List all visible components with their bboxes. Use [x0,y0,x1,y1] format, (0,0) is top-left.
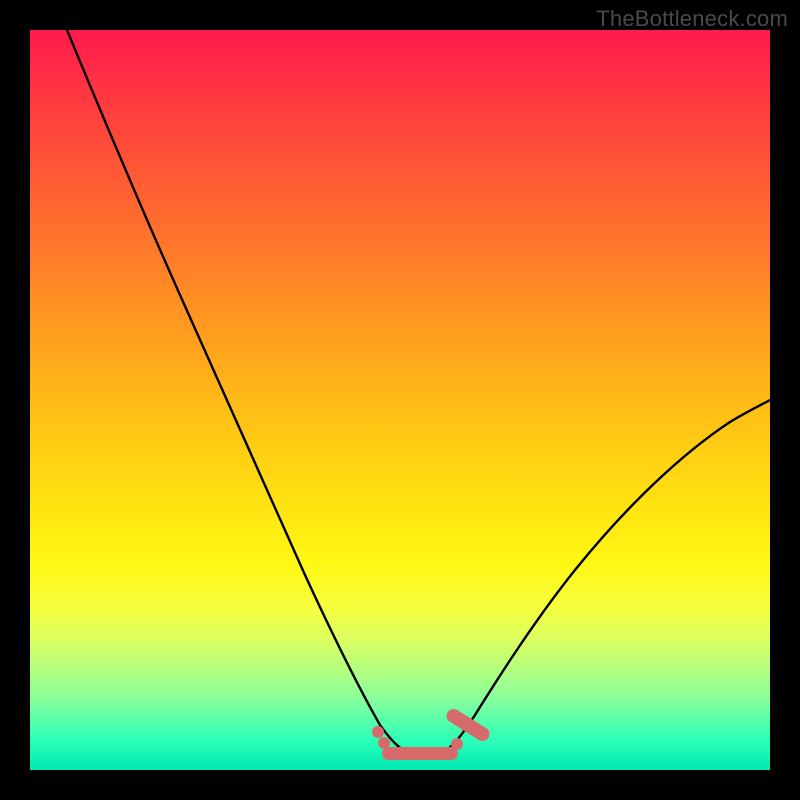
curve-layer [30,30,770,770]
curve-right-branch [442,400,770,753]
plot-area [30,30,770,770]
marker-flat-segment [382,747,458,760]
marker-dot-3 [451,738,463,750]
marker-dot-2 [378,737,390,749]
marker-right-pill [444,706,492,743]
marker-dot-1 [372,726,384,738]
curve-left-branch [67,30,408,753]
chart-frame: TheBottleneck.com [0,0,800,800]
watermark-text: TheBottleneck.com [596,6,788,32]
